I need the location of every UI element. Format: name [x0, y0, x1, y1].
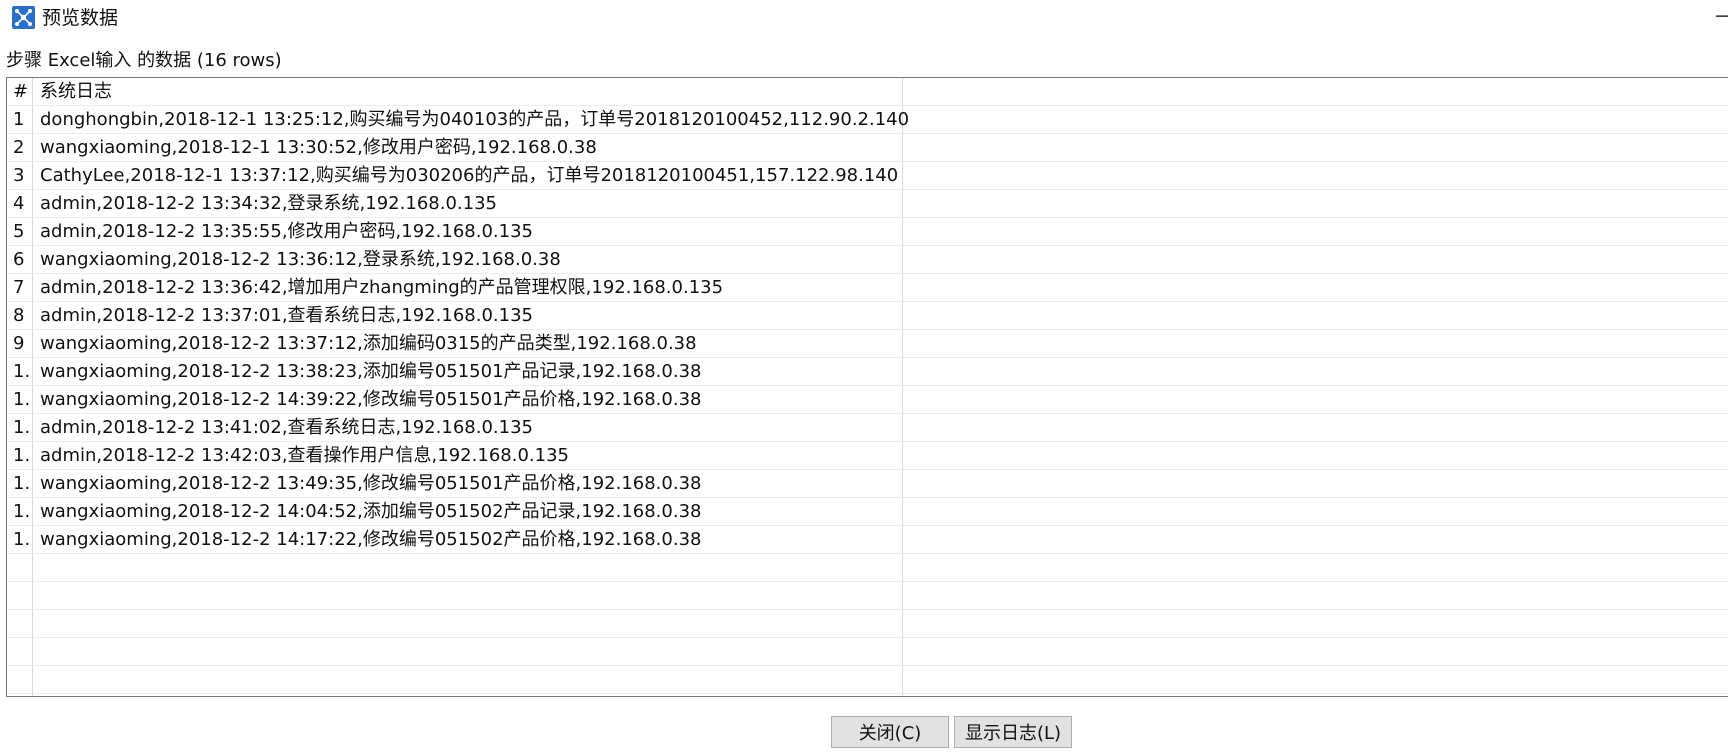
- table-row[interactable]: 2 wangxiaoming,2018-12-1 13:30:52,修改用户密码,…: [7, 134, 1728, 162]
- system-log-cell[interactable]: admin,2018-12-2 13:35:55,修改用户密码,192.168.…: [39, 218, 533, 245]
- step-data-label: 步骤 Excel输入 的数据 (16 rows): [6, 50, 282, 71]
- minimize-button[interactable]: −: [1714, 3, 1728, 29]
- table-row[interactable]: 9 wangxiaoming,2018-12-2 13:37:12,添加编码031…: [7, 330, 1728, 358]
- system-log-cell[interactable]: CathyLee,2018-12-1 13:37:12,购买编号为030206的…: [39, 162, 898, 189]
- system-log-cell[interactable]: wangxiaoming,2018-12-2 14:39:22,修改编号0515…: [39, 386, 701, 413]
- system-log-cell[interactable]: wangxiaoming,2018-12-2 13:36:12,登录系统,192…: [39, 246, 561, 273]
- system-log-cell[interactable]: wangxiaoming,2018-12-1 13:30:52,修改用户密码,1…: [39, 134, 597, 161]
- empty-table-row: [7, 582, 1728, 610]
- table-row[interactable]: 1. admin,2018-12-2 13:42:03,查看操作用户信息,192.…: [7, 442, 1728, 470]
- row-number-cell: 5: [13, 221, 25, 242]
- table-row[interactable]: 8 admin,2018-12-2 13:37:01,查看系统日志,192.168…: [7, 302, 1728, 330]
- column-header-system-log[interactable]: 系统日志: [39, 78, 112, 105]
- system-log-cell[interactable]: donghongbin,2018-12-1 13:25:12,购买编号为0401…: [39, 106, 909, 133]
- row-number-cell: 1.: [13, 473, 31, 494]
- row-number-cell: 3: [13, 165, 25, 186]
- row-number-cell: 1.: [13, 529, 31, 550]
- system-log-cell[interactable]: wangxiaoming,2018-12-2 13:49:35,修改编号0515…: [39, 470, 701, 497]
- row-number-cell: 9: [13, 333, 25, 354]
- table-row[interactable]: 3 CathyLee,2018-12-1 13:37:12,购买编号为030206…: [7, 162, 1728, 190]
- table-row[interactable]: 4 admin,2018-12-2 13:34:32,登录系统,192.168.0…: [7, 190, 1728, 218]
- row-number-cell: 1.: [13, 361, 31, 382]
- close-button[interactable]: 关闭(C): [831, 716, 949, 748]
- table-row[interactable]: 1. wangxiaoming,2018-12-2 13:49:35,修改编号05…: [7, 470, 1728, 498]
- window-title: 预览数据: [42, 7, 119, 29]
- system-log-cell[interactable]: wangxiaoming,2018-12-2 14:17:22,修改编号0515…: [39, 526, 701, 553]
- system-log-cell[interactable]: admin,2018-12-2 13:37:01,查看系统日志,192.168.…: [39, 302, 533, 329]
- table-row[interactable]: 1 donghongbin,2018-12-1 13:25:12,购买编号为040…: [7, 106, 1728, 134]
- row-number-cell: 1.: [13, 501, 31, 522]
- system-log-cell[interactable]: admin,2018-12-2 13:36:42,增加用户zhangming的产…: [39, 274, 723, 301]
- system-log-cell[interactable]: wangxiaoming,2018-12-2 13:37:12,添加编码0315…: [39, 330, 697, 357]
- show-log-button[interactable]: 显示日志(L): [954, 716, 1072, 748]
- header-row: ^ # 系统日志: [7, 78, 1728, 106]
- row-number-cell: 7: [13, 277, 25, 298]
- empty-table-row: [7, 554, 1728, 582]
- row-number-cell: 1: [13, 109, 25, 130]
- table-row[interactable]: 5 admin,2018-12-2 13:35:55,修改用户密码,192.168…: [7, 218, 1728, 246]
- table-row[interactable]: 1. wangxiaoming,2018-12-2 14:39:22,修改编号05…: [7, 386, 1728, 414]
- app-logo-icon: [12, 6, 35, 29]
- table-row[interactable]: 1. wangxiaoming,2018-12-2 14:04:52,添加编号05…: [7, 498, 1728, 526]
- row-number-cell: 1.: [13, 445, 31, 466]
- table-row[interactable]: 1. admin,2018-12-2 13:41:02,查看系统日志,192.16…: [7, 414, 1728, 442]
- empty-table-row: [7, 638, 1728, 666]
- system-log-cell[interactable]: admin,2018-12-2 13:41:02,查看系统日志,192.168.…: [39, 414, 533, 441]
- table-row[interactable]: 6 wangxiaoming,2018-12-2 13:36:12,登录系统,19…: [7, 246, 1728, 274]
- row-number-cell: 4: [13, 193, 25, 214]
- row-number-cell: 1.: [13, 417, 31, 438]
- empty-table-row: [7, 610, 1728, 638]
- table-row[interactable]: 7 admin,2018-12-2 13:36:42,增加用户zhangming的…: [7, 274, 1728, 302]
- row-number-cell: 2: [13, 137, 25, 158]
- row-number-cell: 1.: [13, 389, 31, 410]
- system-log-cell[interactable]: admin,2018-12-2 13:34:32,登录系统,192.168.0.…: [39, 190, 497, 217]
- preview-data-grid[interactable]: ^ # 系统日志 1 donghongbin,2018-12-1 13:25:12…: [6, 77, 1728, 697]
- table-row[interactable]: 1. wangxiaoming,2018-12-2 14:17:22,修改编号05…: [7, 526, 1728, 554]
- system-log-cell[interactable]: admin,2018-12-2 13:42:03,查看操作用户信息,192.16…: [39, 442, 569, 469]
- system-log-cell[interactable]: wangxiaoming,2018-12-2 14:04:52,添加编号0515…: [39, 498, 701, 525]
- empty-table-row: [7, 666, 1728, 694]
- row-number-cell: 6: [13, 249, 25, 270]
- row-number-header[interactable]: #: [7, 78, 33, 105]
- table-row[interactable]: 1. wangxiaoming,2018-12-2 13:38:23,添加编号05…: [7, 358, 1728, 386]
- row-number-cell: 8: [13, 305, 25, 326]
- title-bar: 预览数据 −: [0, 0, 1728, 36]
- system-log-cell[interactable]: wangxiaoming,2018-12-2 13:38:23,添加编号0515…: [39, 358, 701, 385]
